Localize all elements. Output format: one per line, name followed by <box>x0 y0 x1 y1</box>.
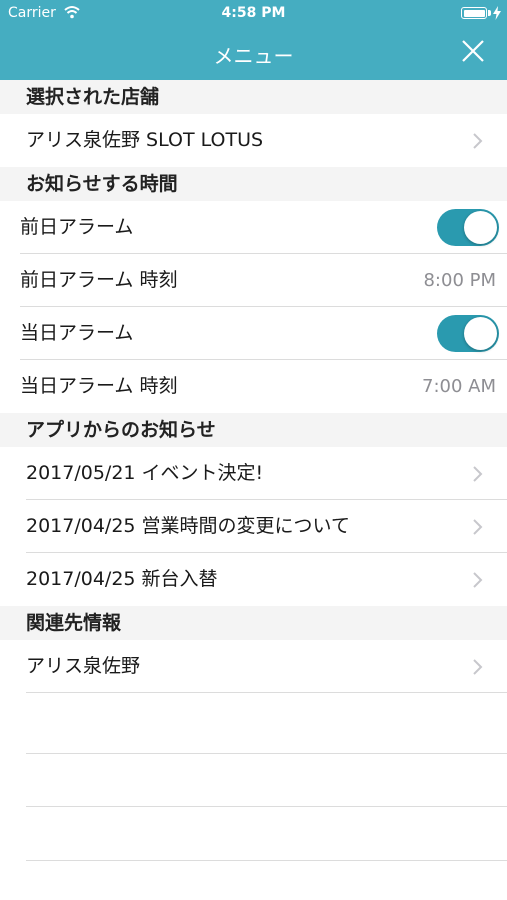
news-item-label: 2017/04/25 営業時間の変更について <box>26 515 350 537</box>
status-time: 4:58 PM <box>221 5 286 21</box>
chevron-right-icon <box>473 133 483 149</box>
close-icon[interactable] <box>461 39 485 63</box>
chevron-right-icon <box>473 572 483 588</box>
toggle-knob <box>464 211 497 244</box>
day-alarm-time-label: 当日アラーム 時刻 <box>20 375 178 397</box>
section-header-notify: お知らせする時間 <box>0 167 507 201</box>
charging-bolt-icon <box>493 6 501 20</box>
prev-alarm-toggle[interactable] <box>437 209 499 246</box>
related-item-label: アリス泉佐野 <box>26 655 141 677</box>
day-alarm-row: 当日アラーム <box>0 307 507 360</box>
menu-list: 選択された店舗 アリス泉佐野 SLOT LOTUS お知らせする時間 前日アラー… <box>0 80 507 693</box>
day-alarm-time-row[interactable]: 当日アラーム 時刻 7:00 AM <box>0 360 507 413</box>
navigation-header: Carrier 4:58 PM メニュー <box>0 0 507 80</box>
prev-alarm-label: 前日アラーム <box>20 216 134 238</box>
battery-tip <box>488 10 491 16</box>
chevron-right-icon <box>473 519 483 535</box>
news-item-label: 2017/04/25 新台入替 <box>26 568 218 590</box>
day-alarm-label: 当日アラーム <box>20 322 134 344</box>
status-bar: Carrier 4:58 PM <box>0 0 507 28</box>
news-item-row[interactable]: 2017/05/21 イベント決定! <box>0 447 507 500</box>
related-item-row[interactable]: アリス泉佐野 <box>0 640 507 693</box>
divider <box>26 692 507 693</box>
prev-alarm-time-value: 8:00 PM <box>423 270 496 291</box>
prev-alarm-time-label: 前日アラーム 時刻 <box>20 269 178 291</box>
section-header-news: アプリからのお知らせ <box>0 413 507 447</box>
empty-row-divider <box>26 753 507 754</box>
day-alarm-time-value: 7:00 AM <box>422 376 496 397</box>
news-item-row[interactable]: 2017/04/25 営業時間の変更について <box>0 500 507 553</box>
empty-row-divider <box>26 860 507 861</box>
toggle-knob <box>464 317 497 350</box>
chevron-right-icon <box>473 659 483 675</box>
section-header-store: 選択された店舗 <box>0 80 507 114</box>
empty-row-divider <box>26 806 507 807</box>
news-item-row[interactable]: 2017/04/25 新台入替 <box>0 553 507 606</box>
news-item-label: 2017/05/21 イベント決定! <box>26 462 264 484</box>
page-title: メニュー <box>213 44 294 68</box>
store-label: アリス泉佐野 SLOT LOTUS <box>26 129 264 151</box>
battery-icon <box>461 7 487 19</box>
section-header-related: 関連先情報 <box>0 606 507 640</box>
chevron-right-icon <box>473 466 483 482</box>
prev-alarm-row: 前日アラーム <box>0 201 507 254</box>
store-row[interactable]: アリス泉佐野 SLOT LOTUS <box>0 114 507 167</box>
day-alarm-toggle[interactable] <box>437 315 499 352</box>
prev-alarm-time-row[interactable]: 前日アラーム 時刻 8:00 PM <box>0 254 507 307</box>
